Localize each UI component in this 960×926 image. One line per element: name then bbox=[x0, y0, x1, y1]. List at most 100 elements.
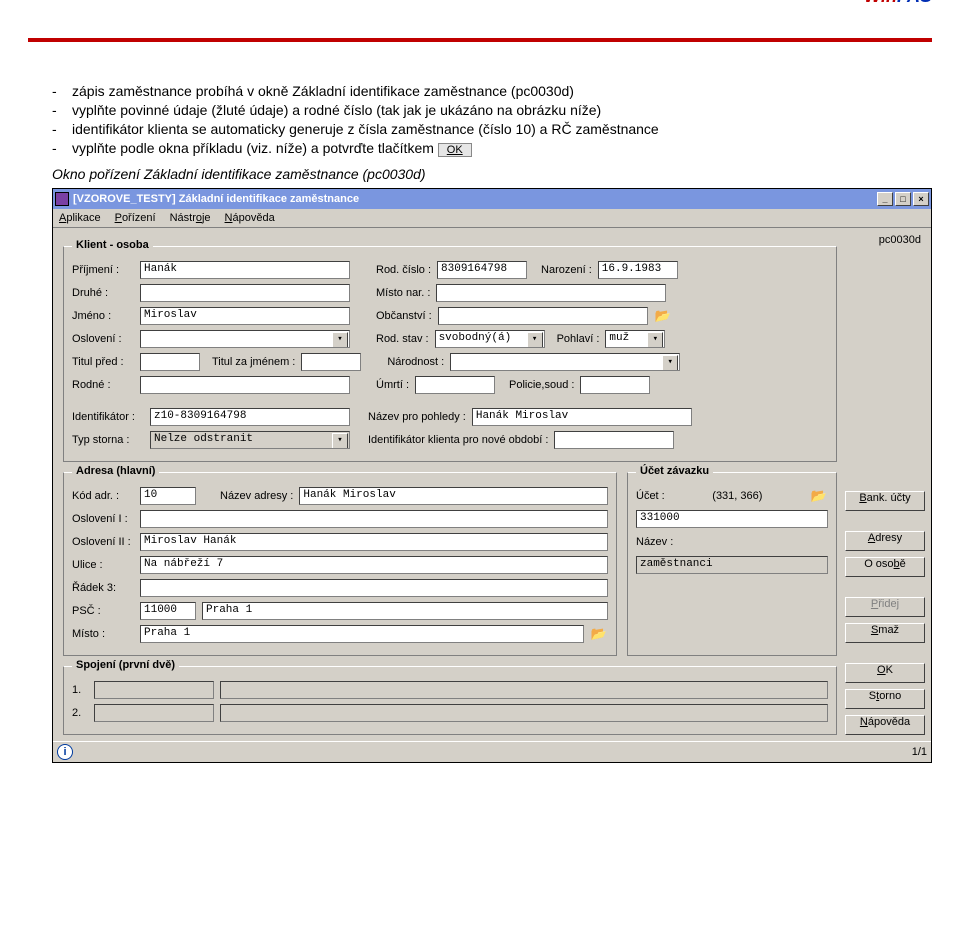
ok-button[interactable]: OK bbox=[845, 663, 925, 683]
label-rod-cislo: Rod. číslo : bbox=[376, 264, 431, 276]
input-ident-nove[interactable] bbox=[554, 431, 674, 449]
label-rod-stav: Rod. stav : bbox=[376, 333, 429, 345]
input-obcanstvi[interactable] bbox=[438, 307, 648, 325]
combo-osloveni[interactable] bbox=[140, 330, 350, 348]
input-policie[interactable] bbox=[580, 376, 650, 394]
bank-ucty-button[interactable]: Bank. účty bbox=[845, 491, 925, 511]
folder-open-icon[interactable]: 📂 bbox=[810, 488, 828, 504]
label-obcanstvi: Občanství : bbox=[376, 310, 432, 322]
label-osloveni1: Oslovení I : bbox=[72, 513, 134, 525]
input-jmeno[interactable]: Miroslav bbox=[140, 307, 350, 325]
input-osloveni2[interactable]: Miroslav Hanák bbox=[140, 533, 608, 551]
info-icon[interactable]: i bbox=[57, 744, 73, 760]
folder-open-icon[interactable]: 📂 bbox=[654, 308, 672, 324]
screenshot-caption: Okno pořízení Základní identifikace zamě… bbox=[52, 166, 932, 182]
pridej-button[interactable]: Přidej bbox=[845, 597, 925, 617]
label-osloveni: Oslovení : bbox=[72, 333, 134, 345]
label-umrti: Úmrtí : bbox=[376, 379, 409, 391]
label-policie: Policie,soud : bbox=[509, 379, 574, 391]
menu-bar: Aplikace Pořízení Nástroje Nápověda bbox=[53, 209, 931, 228]
group-ucet-zavazku: Účet závazku Účet : (331, 366) 📂 331000 … bbox=[627, 472, 837, 656]
label-titul-pred: Titul před : bbox=[72, 356, 134, 368]
label-rodne: Rodné : bbox=[72, 379, 134, 391]
input-kod-adr[interactable]: 10 bbox=[140, 487, 196, 505]
combo-rod-stav[interactable]: svobodný(á) bbox=[435, 330, 545, 348]
label-prijmeni: Příjmení : bbox=[72, 264, 134, 276]
input-prijmeni[interactable]: Hanák bbox=[140, 261, 350, 279]
label-radek3: Řádek 3: bbox=[72, 582, 134, 594]
label-ucet-nazev: Název : bbox=[636, 536, 673, 548]
label-psc: PSČ : bbox=[72, 605, 134, 617]
combo-pohlavi[interactable]: muž bbox=[605, 330, 665, 348]
input-narozeni[interactable]: 16.9.1983 bbox=[598, 261, 678, 279]
input-spojeni-2a bbox=[94, 704, 214, 722]
input-identifikator[interactable]: z10-8309164798 bbox=[150, 408, 350, 426]
input-spojeni-1b bbox=[220, 681, 828, 699]
group-adresa: Adresa (hlavní) Kód adr. : 10 Název adre… bbox=[63, 472, 617, 656]
group-legend: Účet závazku bbox=[636, 465, 713, 477]
menu-aplikace[interactable]: Aplikace bbox=[59, 212, 101, 224]
ok-button-inline: OK bbox=[438, 143, 472, 157]
o-osobe-button[interactable]: O osobě bbox=[845, 557, 925, 577]
label-narodnost: Národnost : bbox=[387, 356, 444, 368]
folder-open-icon[interactable]: 📂 bbox=[590, 626, 608, 642]
menu-porizeni[interactable]: Pořízení bbox=[115, 212, 156, 224]
status-page-indicator: 1/1 bbox=[912, 746, 927, 758]
label-titul-za: Titul za jménem : bbox=[212, 356, 295, 368]
close-button[interactable]: × bbox=[913, 192, 929, 206]
menu-napoveda[interactable]: Nápověda bbox=[225, 212, 275, 224]
minimize-button[interactable]: _ bbox=[877, 192, 893, 206]
label-druhe: Druhé : bbox=[72, 287, 134, 299]
input-titul-pred[interactable] bbox=[140, 353, 200, 371]
input-druhe[interactable] bbox=[140, 284, 350, 302]
input-spojeni-2b bbox=[220, 704, 828, 722]
input-psc[interactable]: 11000 bbox=[140, 602, 196, 620]
input-spojeni-1a bbox=[94, 681, 214, 699]
napoveda-button[interactable]: Nápověda bbox=[845, 715, 925, 735]
input-ucet[interactable]: 331000 bbox=[636, 510, 828, 528]
input-titul-za[interactable] bbox=[301, 353, 361, 371]
combo-narodnost[interactable] bbox=[450, 353, 680, 371]
input-nazev-adresy[interactable]: Hanák Miroslav bbox=[299, 487, 608, 505]
side-button-column: Bank. účty Adresy O osobě Přidej Smaž OK… bbox=[845, 234, 925, 737]
input-nazev-pohledy[interactable]: Hanák Miroslav bbox=[472, 408, 692, 426]
adresy-button[interactable]: Adresy bbox=[845, 531, 925, 551]
smaz-button[interactable]: Smaž bbox=[845, 623, 925, 643]
storno-button[interactable]: Storno bbox=[845, 689, 925, 709]
label-nazev-adresy: Název adresy : bbox=[220, 490, 293, 502]
label-ucet: Účet : bbox=[636, 490, 665, 502]
label-ulice: Ulice : bbox=[72, 559, 134, 571]
label-spojeni-2: 2. bbox=[72, 707, 88, 719]
group-legend: Adresa (hlavní) bbox=[72, 465, 159, 477]
app-window: [VZOROVE_TESTY] Základní identifikace za… bbox=[52, 188, 932, 763]
instruction-item: vyplňte podle okna příkladu (viz. níže) … bbox=[52, 139, 932, 158]
label-misto: Místo : bbox=[72, 628, 134, 640]
instruction-text: vyplňte podle okna příkladu (viz. níže) … bbox=[72, 140, 434, 156]
label-osloveni2: Oslovení II : bbox=[72, 536, 134, 548]
instruction-item: vyplňte povinné údaje (žluté údaje) a ro… bbox=[52, 101, 932, 120]
label-ident-nove: Identifikátor klienta pro nové období : bbox=[368, 434, 548, 446]
input-ucet-nazev: zaměstnanci bbox=[636, 556, 828, 574]
label-spojeni-1: 1. bbox=[72, 684, 88, 696]
maximize-button[interactable]: □ bbox=[895, 192, 911, 206]
app-icon bbox=[55, 192, 69, 206]
input-misto-nar[interactable] bbox=[436, 284, 666, 302]
menu-nastroje[interactable]: Nástroje bbox=[170, 212, 211, 224]
instruction-item: zápis zaměstnance probíhá v okně Základn… bbox=[52, 82, 932, 101]
label-kod-adr: Kód adr. : bbox=[72, 490, 134, 502]
label-identifikator: Identifikátor : bbox=[72, 411, 144, 423]
input-ulice[interactable]: Na nábřeží 7 bbox=[140, 556, 608, 574]
status-bar: i 1/1 bbox=[53, 741, 931, 762]
label-narozeni: Narození : bbox=[541, 264, 592, 276]
group-spojeni: Spojení (první dvě) 1. 2. bbox=[63, 666, 837, 735]
input-misto[interactable]: Praha 1 bbox=[140, 625, 584, 643]
combo-typ-storna[interactable]: Nelze odstranit bbox=[150, 431, 350, 449]
input-rodne[interactable] bbox=[140, 376, 350, 394]
input-umrti[interactable] bbox=[415, 376, 495, 394]
input-psc-mesto[interactable]: Praha 1 bbox=[202, 602, 608, 620]
input-radek3[interactable] bbox=[140, 579, 608, 597]
input-osloveni1[interactable] bbox=[140, 510, 608, 528]
instruction-item: identifikátor klienta se automaticky gen… bbox=[52, 120, 932, 139]
input-rod-cislo[interactable]: 8309164798 bbox=[437, 261, 527, 279]
group-legend: Klient - osoba bbox=[72, 239, 153, 251]
